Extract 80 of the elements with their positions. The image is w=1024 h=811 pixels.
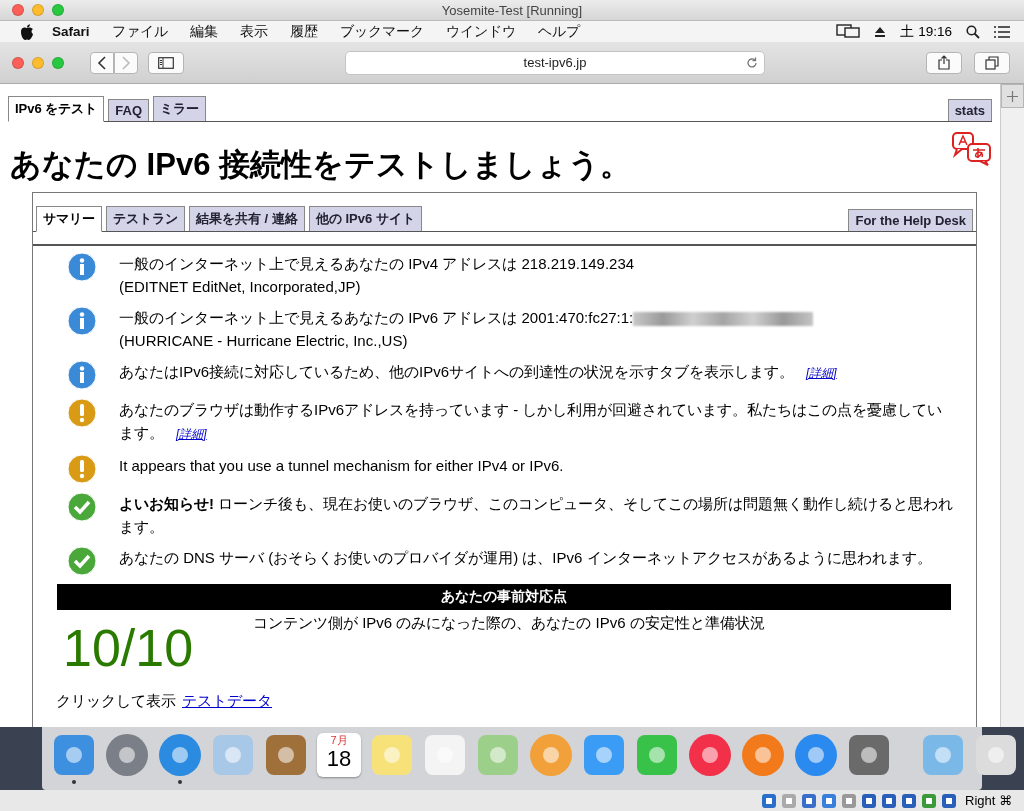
show-label: クリックして表示 [56, 692, 176, 711]
reload-icon[interactable] [746, 56, 758, 69]
zoom-button[interactable] [52, 4, 64, 16]
result-tab[interactable]: サマリー [36, 206, 102, 232]
result-message: あなたはIPv6接続に対応しているため、他のIPv6サイトへの到達性の状況を示すタブを表示します。 [詳細] [119, 362, 837, 382]
menu-item[interactable]: ヘルプ [537, 22, 580, 41]
translate-icon[interactable] [952, 132, 992, 166]
device-status-icon[interactable] [861, 792, 878, 809]
network-owner: (HURRICANE - Hurricane Electric, Inc.,US) [119, 331, 409, 351]
check-icon [67, 492, 97, 522]
back-button[interactable] [90, 51, 114, 74]
window-title: Yosemite-Test [Running] [441, 2, 583, 18]
device-status-icon[interactable] [761, 792, 778, 809]
menu-item[interactable]: ブックマーク [339, 22, 424, 41]
details-link[interactable]: [詳細] [176, 427, 207, 441]
test-data-link[interactable]: テストデータ [182, 692, 272, 711]
info-icon [67, 306, 97, 336]
result-message: 一般のインターネット上で見えるあなたの IPv6 アドレスは 2001:470:fc27:1: [119, 306, 814, 329]
list-icon[interactable] [994, 25, 1010, 38]
url-text: test-ipv6.jp [523, 55, 587, 70]
sidebar-icon [158, 56, 174, 69]
site-tab[interactable]: IPv6 をテスト [8, 96, 105, 122]
device-status-icon[interactable] [881, 792, 898, 809]
menu-item[interactable]: ウインドウ [445, 22, 516, 41]
share-button[interactable] [926, 51, 962, 74]
new-tab-button[interactable] [1001, 84, 1024, 108]
site-tab[interactable]: FAQ [108, 99, 150, 121]
chevron-right-icon [121, 55, 131, 70]
score-description: コンテンツ側が IPv6 のみになった際の、あなたの IPv6 の安定性と準備状況 [253, 613, 765, 633]
device-status-icon[interactable] [841, 792, 858, 809]
display-icon[interactable] [836, 24, 861, 39]
help-desk-tab[interactable]: For the Help Desk [848, 209, 973, 231]
result-tab[interactable]: 結果を共有 / 連絡 [189, 206, 305, 231]
score-value: 10/10 [63, 618, 195, 678]
sidebar-button[interactable] [148, 51, 184, 74]
details-link[interactable]: [詳細] [806, 366, 837, 380]
device-status-icon[interactable] [801, 792, 818, 809]
eject-icon[interactable] [874, 25, 887, 38]
site-tab[interactable]: ミラー [153, 96, 207, 121]
share-icon [938, 55, 950, 70]
check-icon [67, 546, 97, 576]
apple-icon[interactable] [20, 23, 34, 40]
menu-item[interactable]: ファイル [111, 22, 168, 41]
menu-item[interactable]: 編集 [189, 22, 218, 41]
result-message: あなたの DNS サーバ (おそらくお使いのプロバイダが運用) は、IPv6 インターネットアクセスがあるように思われます。 [119, 548, 932, 568]
tabs-button[interactable] [974, 51, 1010, 74]
page-heading: あなたの IPv6 接続性をテストしましょう。 [10, 146, 631, 184]
result-message: よいお知らせ! ローンチ後も、現在お使いのブラウザ、このコンピュータ、そしてこの場所は問題無く動作し続けると思われます。 [119, 494, 955, 537]
result-message: 一般のインターネット上で見えるあなたの IPv4 アドレスは 218.219.149.234 [119, 254, 635, 274]
device-status-icon[interactable] [941, 792, 958, 809]
score-header: あなたの事前対応点 [57, 584, 951, 610]
close-button[interactable] [12, 56, 24, 69]
warning-icon [67, 454, 97, 484]
device-status-icon[interactable] [821, 792, 838, 809]
chevron-left-icon [97, 55, 107, 70]
stats-tab[interactable]: stats [947, 99, 992, 121]
warning-icon [67, 398, 97, 428]
device-status-icon[interactable] [901, 792, 918, 809]
result-tab[interactable]: テストラン [106, 206, 185, 231]
search-icon[interactable] [966, 24, 980, 39]
tabs-icon [985, 55, 999, 70]
device-status-icon[interactable] [921, 792, 938, 809]
network-owner: (EDITNET EditNet, Incorporated,JP) [119, 277, 362, 297]
result-message: It appears that you use a tunnel mechanism for either IPv4 or IPv6. [119, 456, 564, 476]
result-message: あなたのブラウザは動作するIPv6アドレスを持っています - しかし利用が回避されています。私たちはこの点を憂慮しています。 [詳細] [119, 400, 944, 443]
host-key: Right ⌘ [965, 793, 1012, 808]
minimize-button[interactable] [32, 56, 44, 69]
menu-item[interactable]: 表示 [239, 22, 268, 41]
minimize-button[interactable] [32, 4, 44, 16]
app-menu[interactable]: Safari [52, 24, 90, 39]
zoom-button[interactable] [52, 56, 64, 69]
plus-icon [1007, 90, 1018, 102]
menu-item[interactable]: 履歴 [289, 22, 318, 41]
clock[interactable]: 土 19:16 [900, 22, 952, 41]
calendar-icon[interactable]: 7月 18 [317, 733, 361, 777]
close-button[interactable] [12, 4, 24, 16]
result-tab[interactable]: 他の IPv6 サイト [308, 206, 422, 231]
info-icon [67, 360, 97, 390]
info-icon [67, 252, 97, 282]
address-bar[interactable]: test-ipv6.jp [345, 50, 765, 75]
